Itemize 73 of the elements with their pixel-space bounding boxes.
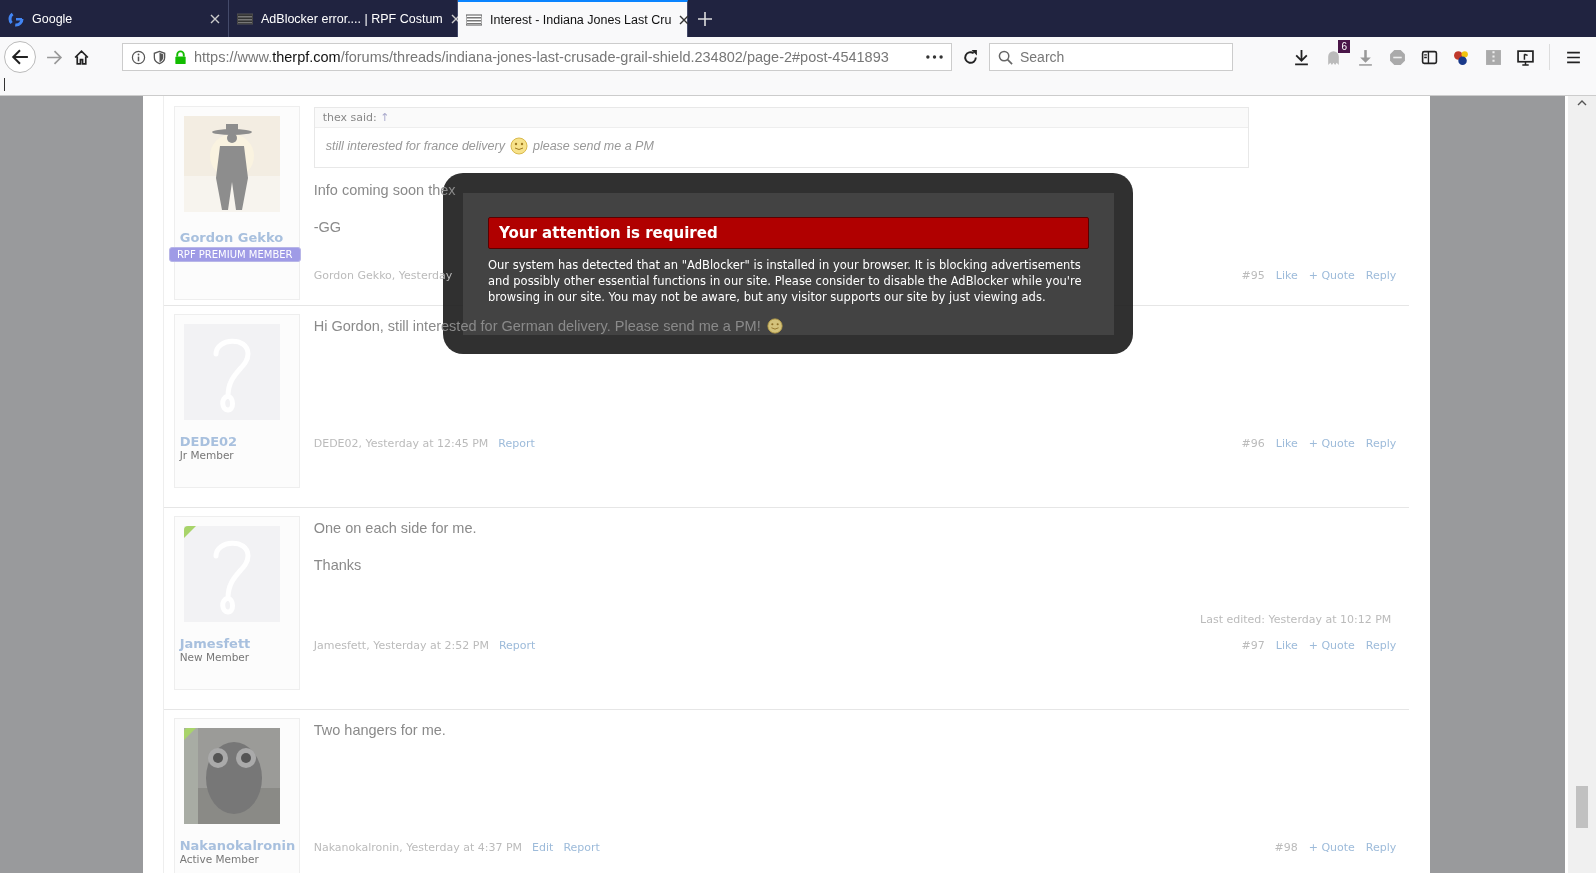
post-link[interactable]: Report [498, 639, 536, 652]
member-title: New Member [179, 651, 250, 663]
dialog-message: Our system has detected that an "AdBlocker" is installed in your browser. It is blocking advertisements and possibly other essential functions in our site. Please consider to disable the AdBlocker while you're browsing in our site. You may not be aware, but any visitor supports our site by just viewing ads. [488, 257, 1083, 305]
corner-ribbon-icon [183, 728, 196, 740]
search-icon [998, 50, 1013, 65]
post-text: -GG [313, 219, 342, 235]
spheres-icon[interactable] [1453, 48, 1470, 66]
info-icon[interactable] [131, 49, 146, 65]
post-action-link[interactable]: + Quote [1308, 437, 1355, 450]
quote-text: still interested for france delivery [325, 139, 505, 153]
post-text: Thanks [313, 557, 362, 573]
post-link[interactable]: Report [563, 841, 600, 854]
corner-ribbon-icon [183, 526, 196, 538]
close-icon[interactable] [679, 14, 690, 25]
post-action-link[interactable]: Like [1275, 639, 1298, 652]
quote-text: please send me a PM [532, 139, 654, 153]
reload-icon[interactable] [962, 48, 979, 66]
jump-link[interactable]: ↑ [380, 111, 390, 124]
post-number[interactable]: #98 [1274, 841, 1298, 854]
username-link[interactable]: DEDE02 [179, 434, 238, 449]
scroll-up-icon[interactable] [1577, 100, 1588, 106]
download-icon[interactable] [1293, 48, 1310, 66]
post-link[interactable]: Edit [532, 841, 554, 854]
more-icon[interactable] [926, 55, 943, 59]
padlock-icon[interactable] [173, 49, 188, 65]
search-field[interactable]: Search [989, 43, 1233, 71]
site-logo-icon [466, 11, 482, 28]
member-title: Jr Member [179, 449, 234, 461]
home-icon[interactable] [73, 48, 90, 66]
url-text: https://www.therpf.com/forums/threads/indiana-jones-last-crusade-grail-shield.234802/page-2#post-4541893 [194, 49, 890, 65]
smiley-icon [766, 318, 783, 334]
post-text: One on each side for me. [313, 520, 477, 536]
shield-icon[interactable] [152, 49, 167, 65]
post-action-link[interactable]: Reply [1365, 269, 1397, 282]
post-meta: Nakanokalronin, Yesterday at 4:37 PM [313, 841, 523, 854]
post-number[interactable]: #96 [1241, 437, 1265, 450]
post-action-link[interactable]: + Quote [1308, 841, 1355, 854]
smiley-icon [509, 137, 528, 155]
post-link[interactable]: Report [498, 437, 535, 450]
browser-tab[interactable]: Interest - Indiana Jones Last Cru [458, 0, 688, 37]
post-action-link[interactable]: Reply [1365, 841, 1397, 854]
post-number[interactable]: #97 [1241, 639, 1265, 652]
member-title: Active Member [179, 853, 259, 865]
post-text: Two hangers for me. [313, 722, 446, 738]
member-badge: RPF PREMIUM MEMBER [168, 247, 301, 262]
address-bar[interactable]: https://www.therpf.com/forums/threads/indiana-jones-last-crusade-grail-shield.234802/page-2#post-4541893 [122, 43, 952, 71]
scrollbar-thumb[interactable] [1576, 786, 1589, 828]
post-meta: Jamesfett, Yesterday at 2:52 PM [313, 639, 489, 652]
post-action-link[interactable]: Like [1275, 269, 1298, 282]
dialog-title: Your attention is required [488, 217, 1089, 249]
forward-icon[interactable] [46, 48, 63, 66]
notification-badge: 6 [1338, 39, 1350, 53]
monitor-icon[interactable] [1517, 48, 1534, 66]
back-arrow-icon [11, 48, 29, 66]
ghost-icon[interactable] [1325, 48, 1342, 66]
sidebar-icon[interactable] [1421, 48, 1438, 66]
username-link[interactable]: Jamesfett [179, 636, 251, 651]
post-action-link[interactable]: + Quote [1308, 639, 1355, 652]
new-tab-icon[interactable] [698, 12, 712, 26]
post-action-link[interactable]: + Quote [1308, 269, 1355, 282]
post-action-link[interactable]: Reply [1365, 437, 1397, 450]
site-logo-icon [237, 10, 253, 27]
post-action-link[interactable]: Like [1275, 437, 1298, 450]
username-link[interactable]: Gordon Gekko [179, 230, 284, 245]
post-meta: DEDE02, Yesterday at 12:45 PM [313, 437, 489, 450]
back-button[interactable] [4, 41, 36, 73]
post-action-link[interactable]: Reply [1365, 639, 1397, 652]
quote-author: thex said: [322, 111, 377, 124]
username-link[interactable]: Nakanokalronin [179, 838, 296, 853]
last-edited-note: Last edited: Yesterday at 10:12 PM [1200, 613, 1392, 626]
scrollbar[interactable] [1568, 96, 1596, 873]
post-number[interactable]: #95 [1241, 269, 1265, 282]
google-icon [8, 10, 24, 27]
